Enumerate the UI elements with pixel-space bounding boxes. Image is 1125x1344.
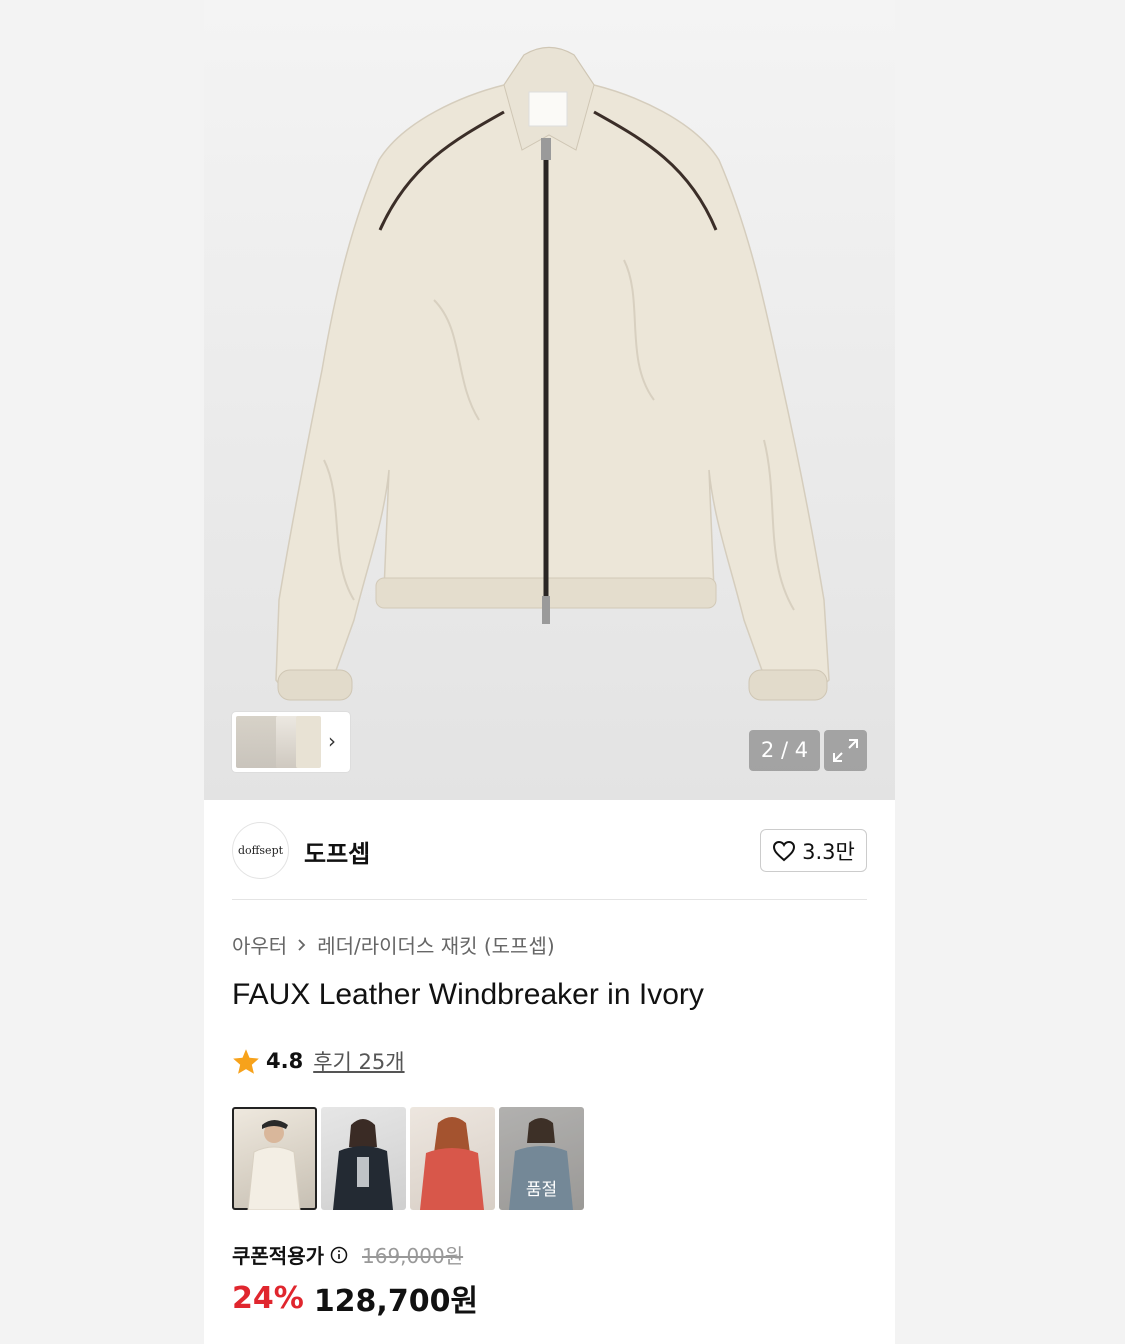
brand-name[interactable]: 도프셉 (304, 834, 370, 869)
expand-button[interactable] (824, 730, 867, 771)
color-options: 품절 (232, 1107, 584, 1210)
color-option-blue[interactable]: 품절 (499, 1107, 584, 1210)
info-icon[interactable] (330, 1246, 348, 1264)
breadcrumb-category[interactable]: 아우터 (232, 930, 287, 959)
gallery-thumbnail[interactable] (296, 716, 321, 768)
discount-rate: 24% (232, 1280, 304, 1316)
breadcrumb-subcategory[interactable]: 레더/라이더스 재킷 (도프셉) (317, 930, 554, 959)
brand-logo[interactable]: doffsept (232, 822, 289, 879)
model-black-image (333, 1119, 393, 1210)
product-image-gallery[interactable]: › 2 / 4 (204, 0, 895, 800)
color-option-red[interactable] (410, 1107, 495, 1210)
breadcrumb: 아우터 레더/라이더스 재킷 (도프셉) (232, 930, 555, 959)
gallery-thumbnail-strip[interactable]: › (232, 712, 350, 772)
brand-row: doffsept 도프셉 3.3만 (232, 822, 867, 880)
coupon-price-label: 쿠폰적용가 (232, 1244, 324, 1268)
product-page: › 2 / 4 doffsept 도프셉 3.3만 아우터 레더/라이더스 재킷… (204, 0, 895, 1344)
model-red-image (420, 1117, 484, 1210)
expand-icon (833, 739, 858, 762)
rating-row: 4.8 후기 25개 (232, 1046, 405, 1076)
image-counter: 2 / 4 (749, 730, 820, 771)
color-option-ivory[interactable] (232, 1107, 317, 1210)
reviews-link[interactable]: 후기 25개 (313, 1046, 404, 1076)
model-ivory-image (247, 1120, 301, 1210)
chevron-right-icon[interactable]: › (328, 729, 336, 753)
original-price: 169,000원 (362, 1244, 464, 1268)
chevron-right-icon (298, 938, 306, 951)
like-button[interactable]: 3.3만 (760, 829, 867, 872)
divider (232, 899, 867, 900)
coupon-price-row: 쿠폰적용가 169,000원 (232, 1240, 463, 1269)
star-icon (233, 1048, 259, 1074)
color-option-black[interactable] (321, 1107, 406, 1210)
final-price-row: 24% 128,700원 (232, 1276, 478, 1320)
rating-score: 4.8 (266, 1049, 304, 1073)
like-count: 3.3만 (802, 839, 855, 864)
soldout-label: 품절 (525, 1180, 558, 1200)
final-price: 128,700원 (313, 1284, 479, 1319)
product-title: FAUX Leather Windbreaker in Ivory (232, 978, 704, 1011)
jacket-image (275, 46, 830, 701)
heart-icon (773, 840, 796, 861)
